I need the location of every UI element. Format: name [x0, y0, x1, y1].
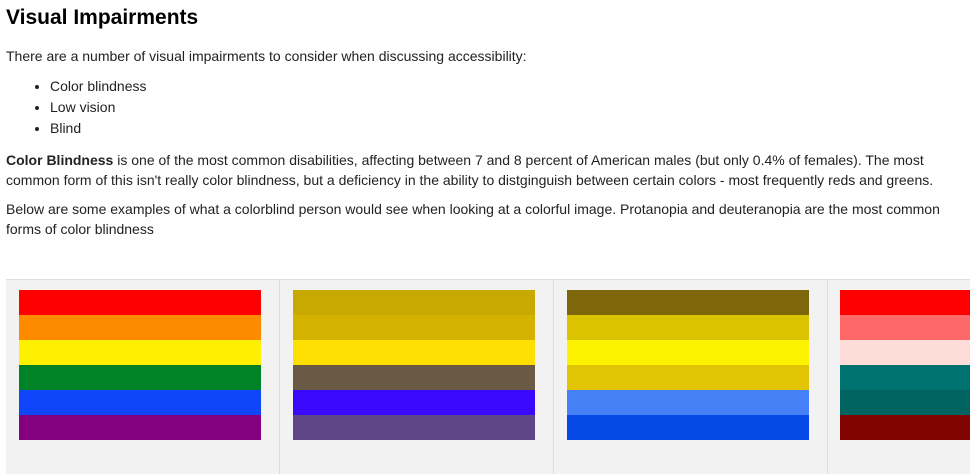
- color-blindness-text: is one of the most common disabilities, …: [6, 152, 934, 188]
- example-panel: [828, 280, 970, 474]
- flag-stripe: [19, 390, 261, 415]
- example-panel: [280, 280, 554, 474]
- rainbow-flag-image: [567, 290, 809, 440]
- flag-stripe: [293, 365, 535, 390]
- flag-stripe: [293, 390, 535, 415]
- page-heading: Visual Impairments: [6, 6, 199, 29]
- color-blindness-paragraph: Color Blindness is one of the most commo…: [6, 150, 970, 190]
- flag-stripe: [293, 415, 535, 440]
- flag-stripe: [293, 315, 535, 340]
- article: Visual Impairments There are a number of…: [0, 0, 970, 239]
- examples-paragraph: Below are some examples of what a colorb…: [6, 201, 940, 237]
- flag-stripe: [567, 340, 809, 365]
- flag-stripe: [293, 340, 535, 365]
- flag-stripe: [840, 415, 970, 440]
- flag-stripe: [567, 290, 809, 315]
- list-item: Blind: [50, 118, 970, 139]
- flag-stripe: [567, 390, 809, 415]
- intro-paragraph: There are a number of visual impairments…: [6, 48, 527, 64]
- flag-stripe: [19, 415, 261, 440]
- rainbow-flag-image: [840, 290, 970, 440]
- rainbow-flag-image: [19, 290, 261, 440]
- example-panel: [6, 280, 280, 474]
- flag-stripe: [19, 365, 261, 390]
- colorblind-examples-gallery: [6, 279, 970, 474]
- flag-stripe: [567, 315, 809, 340]
- flag-stripe: [840, 315, 970, 340]
- flag-stripe: [567, 415, 809, 440]
- rainbow-flag-image: [293, 290, 535, 440]
- flag-stripe: [19, 340, 261, 365]
- flag-stripe: [19, 290, 261, 315]
- flag-stripe: [840, 340, 970, 365]
- flag-stripe: [567, 365, 809, 390]
- flag-stripe: [840, 290, 970, 315]
- flag-stripe: [840, 365, 970, 390]
- flag-stripe: [293, 290, 535, 315]
- flag-stripe: [19, 315, 261, 340]
- impairments-list: Color blindness Low vision Blind: [6, 76, 970, 139]
- example-panel: [554, 280, 828, 474]
- list-item: Color blindness: [50, 76, 970, 97]
- flag-stripe: [840, 390, 970, 415]
- list-item: Low vision: [50, 97, 970, 118]
- color-blindness-term: Color Blindness: [6, 152, 114, 168]
